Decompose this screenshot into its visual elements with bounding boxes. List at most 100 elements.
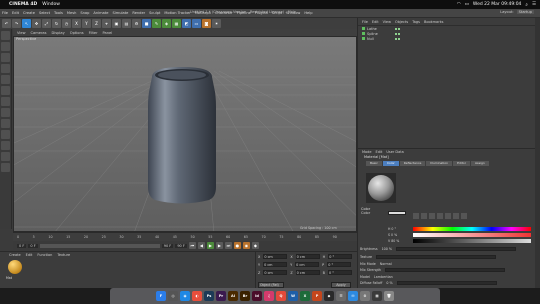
make-editable-icon[interactable] <box>1 31 10 40</box>
mixer-icon[interactable] <box>461 213 467 219</box>
hue-slider[interactable] <box>413 227 531 231</box>
object-row[interactable]: Null <box>358 36 540 41</box>
mix-strength-row[interactable]: Mix Strength <box>360 268 506 272</box>
object-menu-file[interactable]: File <box>362 20 368 24</box>
tab-assign[interactable]: Assign <box>470 161 489 166</box>
deformer-icon[interactable]: ◩ <box>182 19 191 28</box>
material-name[interactable]: Mat <box>6 276 12 280</box>
visibility-flags[interactable] <box>395 32 400 35</box>
menu-window[interactable]: Window <box>42 2 60 7</box>
material-menu-texture[interactable]: Texture <box>57 253 70 257</box>
brightness-row[interactable]: Brightness 100 % <box>360 247 517 251</box>
tweak-mode-icon[interactable] <box>1 119 10 128</box>
go-start-icon[interactable]: ⏮ <box>188 242 196 249</box>
polygons-mode-icon[interactable] <box>1 97 10 106</box>
viewport-menu-view[interactable]: View <box>17 31 26 35</box>
notes-icon[interactable]: ☰ <box>336 291 346 301</box>
layout-value[interactable]: Startup <box>516 10 534 14</box>
frame-end[interactable]: 90 F <box>161 243 174 248</box>
material-menu-function[interactable]: Function <box>37 253 52 257</box>
menu-edit[interactable]: Edit <box>12 11 19 15</box>
downloads-icon[interactable]: ▦ <box>372 291 382 301</box>
mail-icon[interactable]: ✉ <box>348 291 358 301</box>
axis-mode-icon[interactable] <box>1 108 10 117</box>
tab-color[interactable]: Color <box>382 161 399 166</box>
premiere-icon[interactable]: Pr <box>216 291 226 301</box>
quicktime-icon[interactable]: Q <box>276 291 286 301</box>
menu-render[interactable]: Render <box>132 11 145 15</box>
spectrum-icon[interactable] <box>421 213 427 219</box>
x-axis-icon[interactable]: X <box>72 19 81 28</box>
position-field[interactable]: 0 cm <box>263 270 288 275</box>
kelvin-icon[interactable] <box>453 213 459 219</box>
safari-icon[interactable]: ◉ <box>180 291 190 301</box>
color-swatch[interactable] <box>388 211 406 215</box>
illustrator-icon[interactable]: Ai <box>228 291 238 301</box>
lock-workplane-icon[interactable] <box>1 141 10 150</box>
search-icon[interactable]: ⌕ <box>525 2 528 8</box>
object-menu-objects[interactable]: Objects <box>395 20 408 24</box>
texture-row[interactable]: Texture <box>360 255 497 259</box>
clock[interactable]: Wed 22 Mar 09:49:04 <box>473 2 522 7</box>
object-menu-view[interactable]: View <box>383 20 391 24</box>
autokey-icon[interactable]: ◉ <box>242 242 250 249</box>
hsv-icon[interactable] <box>445 213 451 219</box>
preferences-icon[interactable]: ⚙ <box>360 291 370 301</box>
powerpoint-icon[interactable]: P <box>312 291 322 301</box>
solo-icon[interactable] <box>1 152 10 161</box>
floor-icon[interactable]: ▭ <box>192 19 201 28</box>
chrome-icon[interactable]: ◐ <box>192 291 202 301</box>
object-name[interactable]: Spline <box>367 32 378 36</box>
z-axis-icon[interactable]: Z <box>92 19 101 28</box>
render-settings-icon[interactable]: ⚙ <box>132 19 141 28</box>
size-field[interactable]: 0 cm <box>295 270 320 275</box>
rgb-icon[interactable] <box>437 213 443 219</box>
points-mode-icon[interactable] <box>1 75 10 84</box>
tab-basic[interactable]: Basic <box>366 161 382 166</box>
snap-icon[interactable] <box>1 130 10 139</box>
rotation-field[interactable]: 0 ° <box>328 254 353 259</box>
viewport-menu-filter[interactable]: Filter <box>89 31 98 35</box>
attribute-menu-mode[interactable]: Mode <box>362 150 372 154</box>
editor-visibility-icon[interactable] <box>395 37 397 40</box>
menu-sculpt[interactable]: Sculpt <box>149 11 160 15</box>
frame-start[interactable]: 0 F <box>17 243 27 248</box>
battery-icon[interactable]: ▭ <box>465 2 469 7</box>
object-name[interactable]: Null <box>367 37 374 41</box>
recent-tools-icon[interactable]: ◷ <box>62 19 71 28</box>
texture-mode-icon[interactable] <box>1 53 10 62</box>
object-name[interactable]: Lathe <box>367 27 377 31</box>
render-picture-icon[interactable]: ▤ <box>122 19 131 28</box>
app-name[interactable]: CINEMA 4D <box>9 2 37 7</box>
object-menu-bookmarks[interactable]: Bookmarks <box>424 20 444 24</box>
tab-illumination[interactable]: Illumination <box>426 161 453 166</box>
cube-icon[interactable]: ■ <box>142 19 151 28</box>
undo-icon[interactable]: ↶ <box>2 19 11 28</box>
workplane-icon[interactable] <box>1 64 10 73</box>
material-menu-edit[interactable]: Edit <box>26 253 33 257</box>
viewport-menu-display[interactable]: Display <box>52 31 65 35</box>
menu-tools[interactable]: Tools <box>54 11 63 15</box>
menu-motion-tracker[interactable]: Motion Tracker <box>164 11 190 15</box>
next-frame-icon[interactable]: ▶ <box>215 242 223 249</box>
object-menu-edit[interactable]: Edit <box>372 20 379 24</box>
viewport-menu-cameras[interactable]: Cameras <box>31 31 47 35</box>
picture-icon[interactable] <box>429 213 435 219</box>
viewport-menu-panel[interactable]: Panel <box>103 31 113 35</box>
model-mode-icon[interactable] <box>1 42 10 51</box>
wheel-icon[interactable] <box>413 213 419 219</box>
menu-create[interactable]: Create <box>23 11 35 15</box>
edges-mode-icon[interactable] <box>1 86 10 95</box>
diffuse-falloff-row[interactable]: Diffuse Falloff 0 % <box>360 281 497 285</box>
tab-reflectance[interactable]: Reflectance <box>399 161 426 166</box>
tab-editor[interactable]: Editor <box>453 161 470 166</box>
scale-icon[interactable]: ⤢ <box>42 19 51 28</box>
rotation-field[interactable]: 0 ° <box>327 270 352 275</box>
go-end-icon[interactable]: ⏭ <box>224 242 232 249</box>
layout-selector[interactable]: Layout: Startup <box>500 10 534 14</box>
move-icon[interactable]: ✥ <box>32 19 41 28</box>
visibility-flags[interactable] <box>395 37 400 40</box>
frame-range-slider[interactable] <box>39 243 160 248</box>
position-field[interactable]: 0 cm <box>263 262 288 267</box>
light-icon[interactable]: ✶ <box>212 19 221 28</box>
